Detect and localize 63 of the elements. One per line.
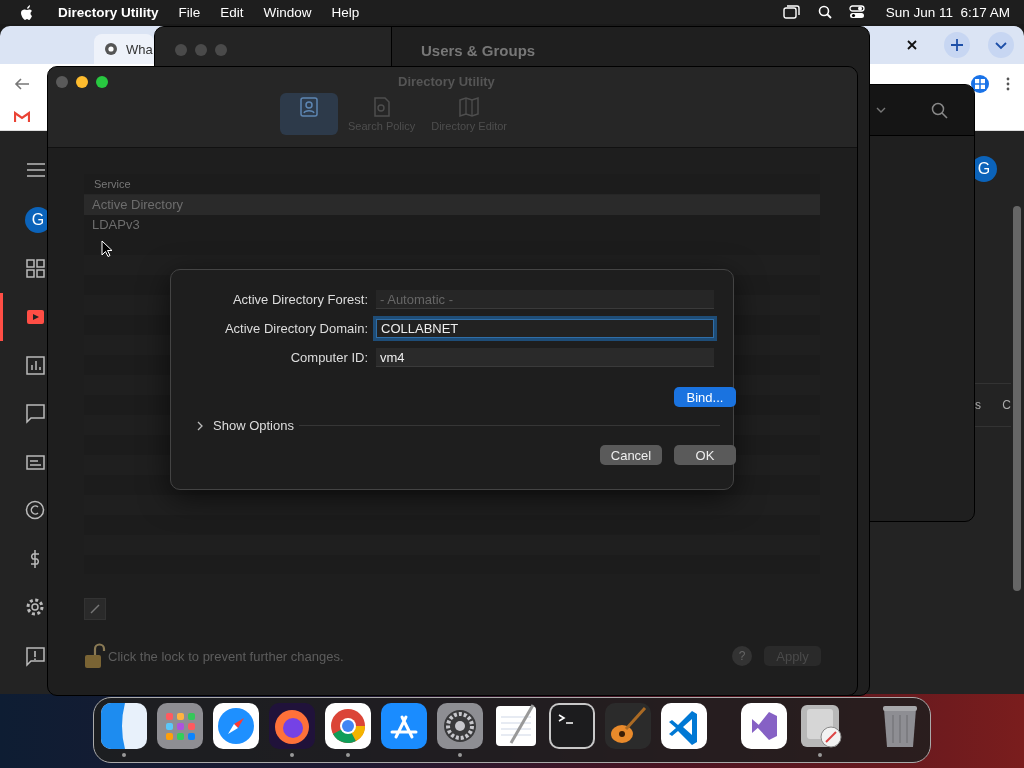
tab-title: Wha <box>126 41 153 57</box>
window-title: Users & Groups <box>421 42 536 59</box>
app-menu[interactable]: Directory Utility <box>58 4 159 20</box>
close-icon[interactable] <box>906 39 918 51</box>
feedback-icon[interactable] <box>25 645 46 667</box>
field-label: Active Directory Domain: <box>223 321 368 336</box>
cancel-button[interactable]: Cancel <box>600 445 662 465</box>
terminal-icon[interactable] <box>549 703 595 749</box>
chevron-down-icon[interactable] <box>988 32 1014 58</box>
disclosure-toggle[interactable]: Show Options <box>197 418 294 433</box>
more-icon[interactable] <box>1006 77 1010 91</box>
pencil-icon <box>90 604 100 614</box>
toggle-icon[interactable] <box>848 5 865 19</box>
pointer-icon <box>101 240 112 257</box>
windows-icon[interactable] <box>782 5 801 19</box>
person-card-icon <box>297 96 320 118</box>
code-icon[interactable] <box>661 703 707 749</box>
search-icon[interactable] <box>817 5 832 19</box>
text-fragment: C <box>1002 398 1011 412</box>
pencil-cross-icon[interactable] <box>381 703 427 749</box>
menu-item[interactable]: Window <box>263 4 312 20</box>
zoom-button[interactable] <box>96 75 108 88</box>
guitar-icon[interactable] <box>605 703 651 749</box>
infinity-icon[interactable] <box>741 703 787 749</box>
table-row[interactable]: LDAPv3 <box>84 215 820 235</box>
gear-icon[interactable] <box>437 703 483 749</box>
scrollbar[interactable] <box>1013 206 1021 591</box>
back-arrow-icon[interactable] <box>14 77 30 91</box>
input-field[interactable]: vm4 <box>376 348 714 367</box>
grid-icon[interactable] <box>157 703 203 749</box>
clock[interactable]: Sun Jun 11 6:17 AM <box>885 4 1010 20</box>
chart-icon[interactable] <box>25 354 46 376</box>
menu-item[interactable]: File <box>178 4 201 20</box>
plus-icon[interactable] <box>944 32 970 58</box>
comment-icon[interactable] <box>25 403 46 425</box>
minimize-button[interactable] <box>76 75 88 88</box>
ok-button[interactable]: OK <box>674 445 736 465</box>
menu-item[interactable]: Edit <box>220 4 244 20</box>
grid-icon[interactable] <box>25 257 46 279</box>
bookmark[interactable] <box>14 111 30 123</box>
menu-item[interactable]: Help <box>331 4 360 20</box>
map-icon <box>458 96 481 118</box>
text-fragment: s <box>975 398 981 412</box>
field-label: Active Directory Forest: <box>231 292 368 307</box>
toolbar-tab[interactable] <box>279 93 338 135</box>
compass-icon[interactable] <box>213 703 259 749</box>
split-square-icon[interactable] <box>101 703 147 749</box>
field-label: Computer ID: <box>289 350 368 365</box>
copyright-icon[interactable] <box>25 500 46 522</box>
ring-icon[interactable] <box>325 703 371 749</box>
lock-message: Click the lock to prevent further changes. <box>108 648 344 664</box>
chevron-down-icon[interactable] <box>876 107 886 113</box>
window-icon[interactable] <box>970 74 990 94</box>
mail-icon <box>14 111 30 123</box>
apple-icon <box>20 4 34 20</box>
browser-tab[interactable]: Wha <box>94 34 154 64</box>
ring-icon <box>104 42 118 56</box>
lock-icon[interactable] <box>84 642 106 670</box>
chevron-right-icon <box>197 420 203 431</box>
bind-button[interactable]: Bind... <box>674 387 736 407</box>
input-field[interactable]: COLLABNET <box>376 319 714 338</box>
globe-icon[interactable] <box>269 703 315 749</box>
document-pen-icon[interactable] <box>493 703 539 749</box>
